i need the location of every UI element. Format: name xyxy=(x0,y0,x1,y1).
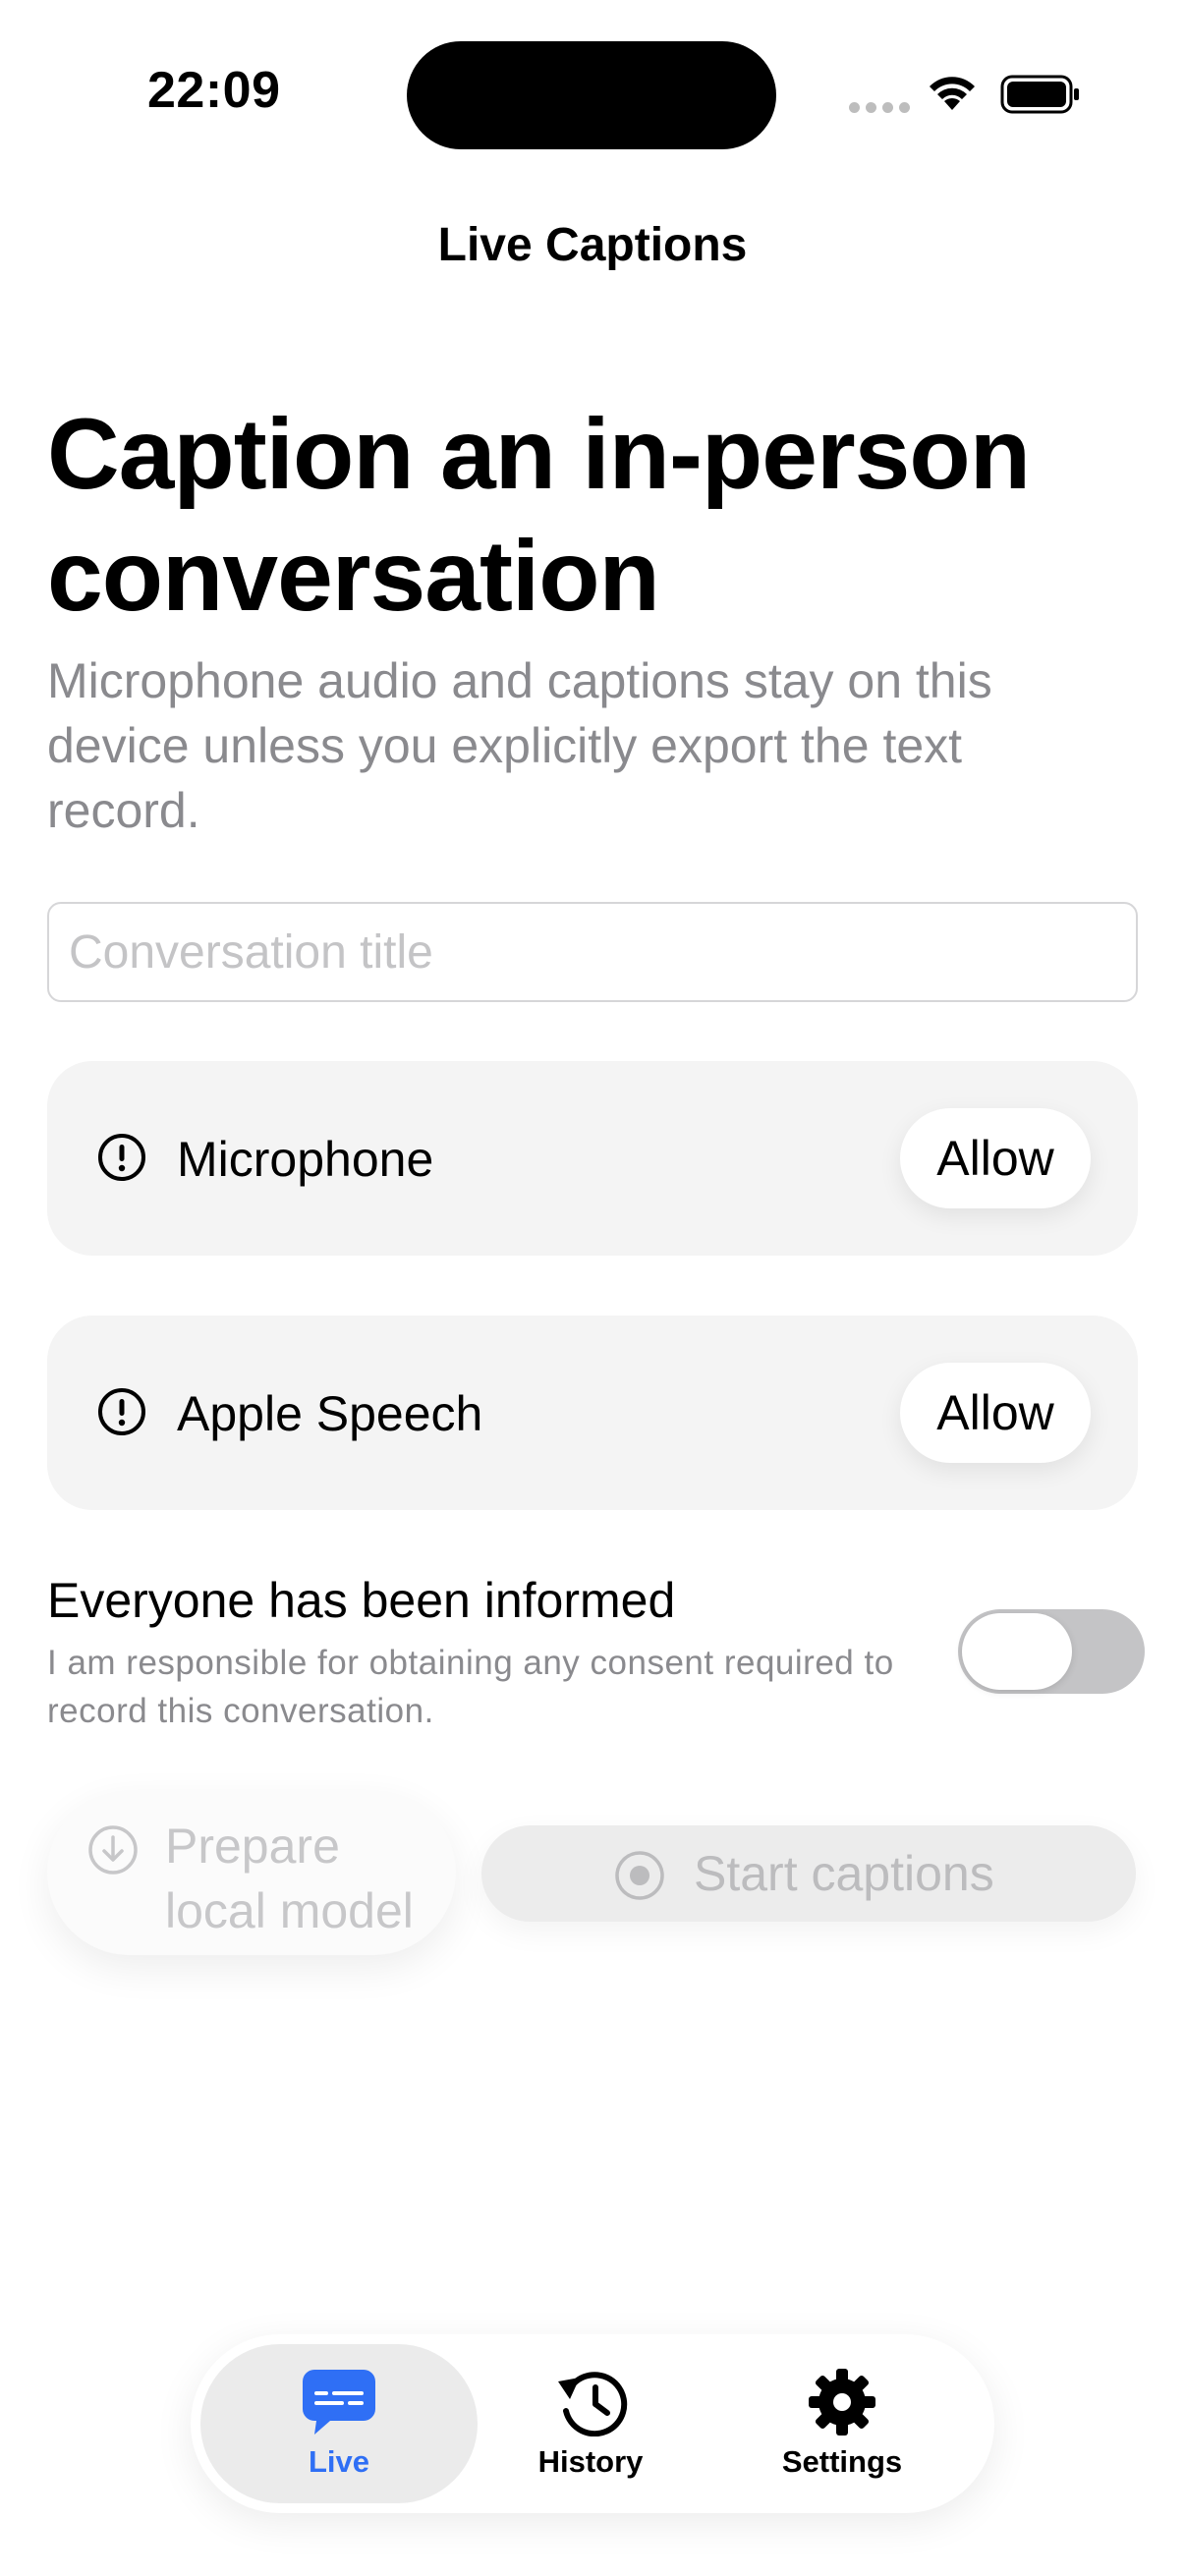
dynamic-island xyxy=(407,41,776,149)
start-captions-button[interactable]: Start captions xyxy=(481,1825,1136,1922)
status-time: 22:09 xyxy=(147,62,281,119)
tab-label: History xyxy=(537,2444,644,2479)
conversation-title-input[interactable] xyxy=(47,902,1138,1002)
cellular-signal-icon xyxy=(849,102,910,113)
exclamation-circle-icon xyxy=(98,1388,145,1435)
tab-history[interactable]: History xyxy=(492,2368,689,2480)
tab-label: Live xyxy=(308,2444,370,2479)
toggle-knob xyxy=(962,1613,1072,1690)
tab-label: Settings xyxy=(781,2444,903,2479)
battery-icon xyxy=(1000,75,1079,114)
start-label: Start captions xyxy=(694,1846,994,1901)
consent-subtitle: I am responsible for obtaining any conse… xyxy=(47,1644,894,1730)
nav-title: Live Captions xyxy=(437,219,748,271)
permission-label: Apple Speech xyxy=(177,1386,483,1441)
prepare-local-model-button[interactable]: Prepare local model xyxy=(47,1790,456,1955)
exclamation-circle-icon xyxy=(98,1134,145,1181)
page-subtitle: Microphone audio and captions stay on th… xyxy=(47,653,992,838)
gear-icon xyxy=(809,2369,875,2436)
page-title: Caption an in-person conversation xyxy=(47,398,1031,632)
permission-label: Microphone xyxy=(177,1132,434,1187)
allow-microphone-button[interactable]: Allow xyxy=(900,1108,1091,1208)
record-circle-icon xyxy=(615,1851,664,1900)
download-circle-icon xyxy=(88,1825,138,1875)
prepare-label: Prepare local model xyxy=(165,1819,414,1938)
allow-speech-button[interactable]: Allow xyxy=(900,1363,1091,1463)
captions-bubble-icon xyxy=(303,2370,375,2435)
wifi-icon xyxy=(930,77,975,110)
speech-permission-card: Apple Speech Allow xyxy=(47,1316,1138,1510)
consent-title: Everyone has been informed xyxy=(47,1573,676,1628)
history-clock-icon xyxy=(558,2372,628,2436)
tab-bar: Live History Settings xyxy=(191,2334,994,2513)
microphone-permission-card: Microphone Allow xyxy=(47,1061,1138,1256)
consent-toggle[interactable] xyxy=(958,1609,1145,1694)
tab-settings[interactable]: Settings xyxy=(744,2368,940,2480)
tab-live[interactable]: Live xyxy=(241,2368,437,2480)
